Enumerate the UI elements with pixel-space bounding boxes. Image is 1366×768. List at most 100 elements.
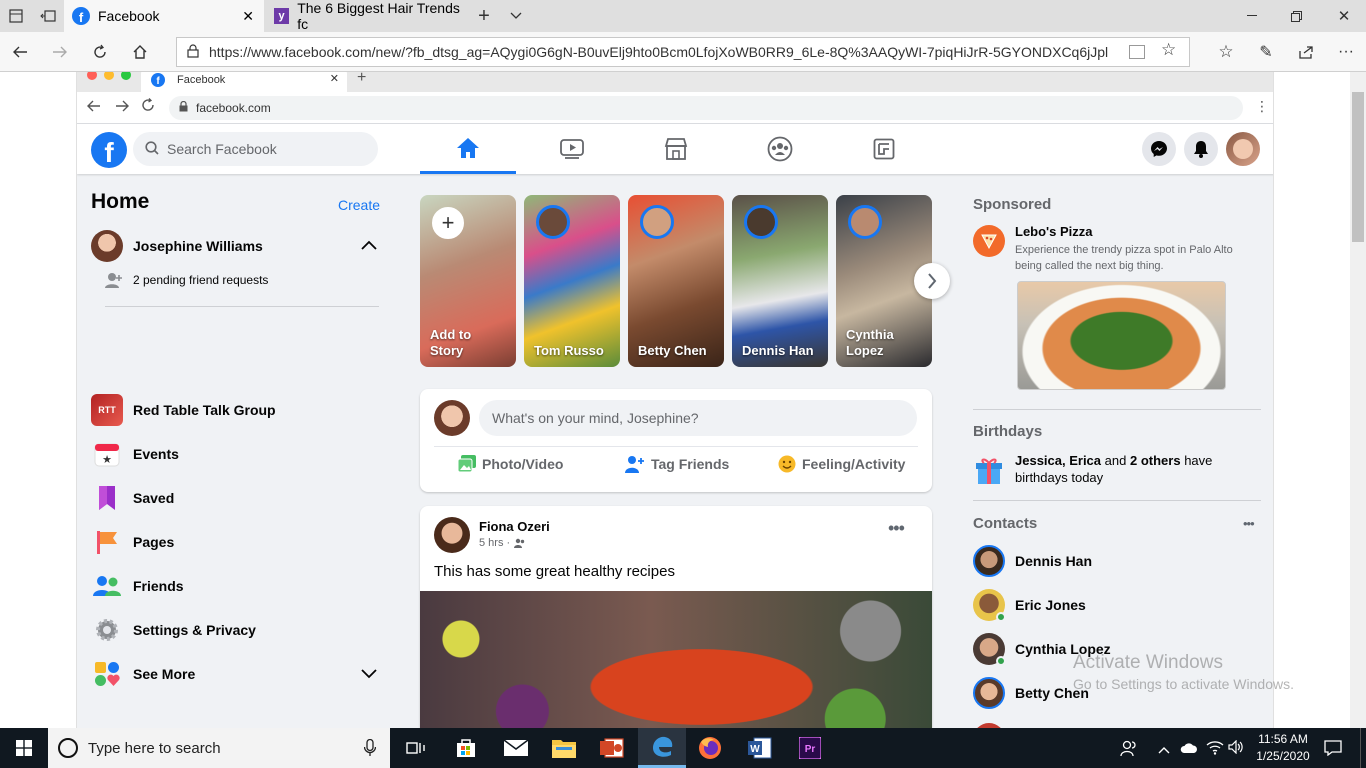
- nav-tab-gaming[interactable]: [836, 124, 932, 174]
- volume-icon[interactable]: [1228, 739, 1244, 759]
- story-card[interactable]: Dennis Han: [732, 195, 828, 367]
- sidebar-item-profile[interactable]: Josephine Williams: [91, 226, 381, 266]
- chevron-down-icon[interactable]: [361, 669, 377, 679]
- post-author[interactable]: Fiona Ozeri: [479, 519, 550, 534]
- taskbar-app-powerpoint[interactable]: [588, 728, 636, 768]
- pending-requests-row[interactable]: 2 pending friend requests: [105, 272, 268, 288]
- back-icon[interactable]: [10, 42, 30, 62]
- clock-date[interactable]: 1/25/2020: [1255, 749, 1311, 763]
- inner-menu-icon[interactable]: ⋮: [1255, 98, 1269, 115]
- microphone-icon[interactable]: [363, 738, 377, 761]
- profile-avatar-button[interactable]: [1226, 132, 1260, 166]
- inner-back-icon[interactable]: [87, 99, 101, 117]
- taskbar-app-mail[interactable]: [492, 728, 540, 768]
- share-icon[interactable]: [1296, 42, 1316, 62]
- sidebar-item-settings[interactable]: Settings & Privacy: [91, 610, 381, 650]
- contacts-options-icon[interactable]: •••: [1243, 516, 1255, 531]
- notifications-button[interactable]: [1184, 132, 1218, 166]
- action-center-icon[interactable]: [1324, 740, 1342, 761]
- taskbar-app-firefox[interactable]: [686, 728, 734, 768]
- forward-icon[interactable]: [50, 42, 70, 62]
- nav-tab-home[interactable]: [420, 124, 516, 174]
- tab-list-chevron-icon[interactable]: [506, 6, 526, 26]
- inner-refresh-icon[interactable]: [141, 98, 155, 117]
- sidebar-item-friends[interactable]: Friends: [91, 566, 381, 606]
- taskbar-app-store[interactable]: [442, 728, 490, 768]
- post-options-icon[interactable]: •••: [888, 518, 905, 539]
- refresh-icon[interactable]: [90, 42, 110, 62]
- messenger-button[interactable]: [1142, 132, 1176, 166]
- stories-next-button[interactable]: [914, 263, 950, 299]
- favorites-icon[interactable]: ☆: [1216, 42, 1236, 62]
- taskbar-app-edge[interactable]: [638, 728, 686, 768]
- inner-new-tab-icon[interactable]: +: [357, 72, 366, 87]
- close-traffic-light-icon[interactable]: [87, 72, 97, 80]
- facebook-logo-icon[interactable]: f: [91, 132, 127, 168]
- taskbar-search-input[interactable]: Type here to search: [48, 728, 390, 768]
- story-card[interactable]: Tom Russo: [524, 195, 620, 367]
- sidebar-item-pages[interactable]: Pages: [91, 522, 381, 562]
- nav-tab-watch[interactable]: [524, 124, 620, 174]
- photo-video-button[interactable]: Photo/Video: [458, 455, 563, 473]
- ad-image[interactable]: [1017, 281, 1226, 390]
- restore-icon[interactable]: [1286, 6, 1306, 26]
- taskbar-app-word[interactable]: W: [736, 728, 784, 768]
- notes-pen-icon[interactable]: ✎: [1256, 42, 1276, 62]
- reading-view-icon[interactable]: [1129, 45, 1145, 59]
- create-link[interactable]: Create: [338, 197, 380, 213]
- sidebar-item-saved[interactable]: Saved: [91, 478, 381, 518]
- more-menu-icon[interactable]: ···: [1336, 42, 1356, 62]
- contact-item[interactable]: Eric Jones: [973, 585, 1261, 625]
- start-button[interactable]: [0, 728, 48, 768]
- minimize-icon[interactable]: [1242, 6, 1262, 26]
- avatar[interactable]: [434, 517, 470, 553]
- tag-friends-button[interactable]: Tag Friends: [625, 455, 729, 473]
- post-time[interactable]: 5 hrs ·: [479, 537, 510, 549]
- minimize-traffic-light-icon[interactable]: [104, 72, 114, 80]
- taskbar-app-file-explorer[interactable]: [540, 728, 588, 768]
- story-card-add[interactable]: + Add to Story: [420, 195, 516, 367]
- sidebar-item-red-table-talk[interactable]: RTT Red Table Talk Group: [91, 390, 381, 430]
- address-bar-input[interactable]: https://www.facebook.com/new/?fb_dtsg_ag…: [176, 37, 1190, 67]
- home-icon[interactable]: [130, 42, 150, 62]
- feeling-activity-button[interactable]: Feeling/Activity: [778, 455, 905, 473]
- nav-tab-marketplace[interactable]: [628, 124, 724, 174]
- clock-time[interactable]: 11:56 AM: [1255, 732, 1311, 746]
- zoom-traffic-light-icon[interactable]: [121, 72, 131, 80]
- tray-chevron-up-icon[interactable]: [1158, 741, 1170, 759]
- groups-icon: [767, 136, 793, 162]
- sidebar-item-events[interactable]: ★ Events: [91, 434, 381, 474]
- post-image[interactable]: [420, 591, 932, 728]
- mail-icon: [504, 740, 528, 756]
- birthdays-text[interactable]: Jessica, Erica and 2 others have birthda…: [1015, 452, 1255, 486]
- onedrive-icon[interactable]: [1180, 741, 1198, 759]
- task-view-button[interactable]: [392, 728, 440, 768]
- contact-item[interactable]: Dennis Han: [973, 541, 1261, 581]
- sidebar-item-see-more[interactable]: See More: [91, 654, 381, 694]
- new-tab-icon[interactable]: +: [474, 5, 494, 27]
- inner-url-field[interactable]: facebook.com: [169, 96, 1243, 120]
- inner-close-tab-icon[interactable]: ✕: [330, 72, 339, 85]
- ad-title[interactable]: Lebo's Pizza: [1015, 224, 1093, 239]
- inner-forward-icon[interactable]: [115, 99, 129, 117]
- inner-tab-facebook[interactable]: f Facebook ✕: [141, 72, 347, 92]
- add-story-icon[interactable]: +: [432, 207, 464, 239]
- story-card[interactable]: Betty Chen: [628, 195, 724, 367]
- favorite-star-icon[interactable]: ☆: [1161, 40, 1176, 60]
- facebook-search-input[interactable]: Search Facebook: [133, 132, 378, 166]
- composer-input[interactable]: What's on your mind, Josephine?: [479, 400, 917, 436]
- tab-hair-trends[interactable]: y The 6 Biggest Hair Trends fc: [264, 0, 466, 32]
- taskbar-app-premiere[interactable]: Pr: [786, 728, 834, 768]
- chevron-up-icon[interactable]: [361, 240, 377, 250]
- nav-tab-groups[interactable]: [732, 124, 828, 174]
- close-tab-icon[interactable]: ✕: [242, 8, 254, 25]
- tab-actions-icon[interactable]: [6, 6, 26, 26]
- chevron-right-icon: [928, 273, 937, 289]
- set-aside-tabs-icon[interactable]: [38, 6, 58, 26]
- wifi-icon[interactable]: [1206, 739, 1224, 760]
- tab-facebook[interactable]: f Facebook ✕: [64, 0, 264, 32]
- close-window-icon[interactable]: ✕: [1334, 6, 1354, 26]
- people-icon[interactable]: [1120, 739, 1138, 762]
- page-scrollbar-thumb[interactable]: [1352, 92, 1364, 242]
- show-desktop-button[interactable]: [1360, 728, 1366, 768]
